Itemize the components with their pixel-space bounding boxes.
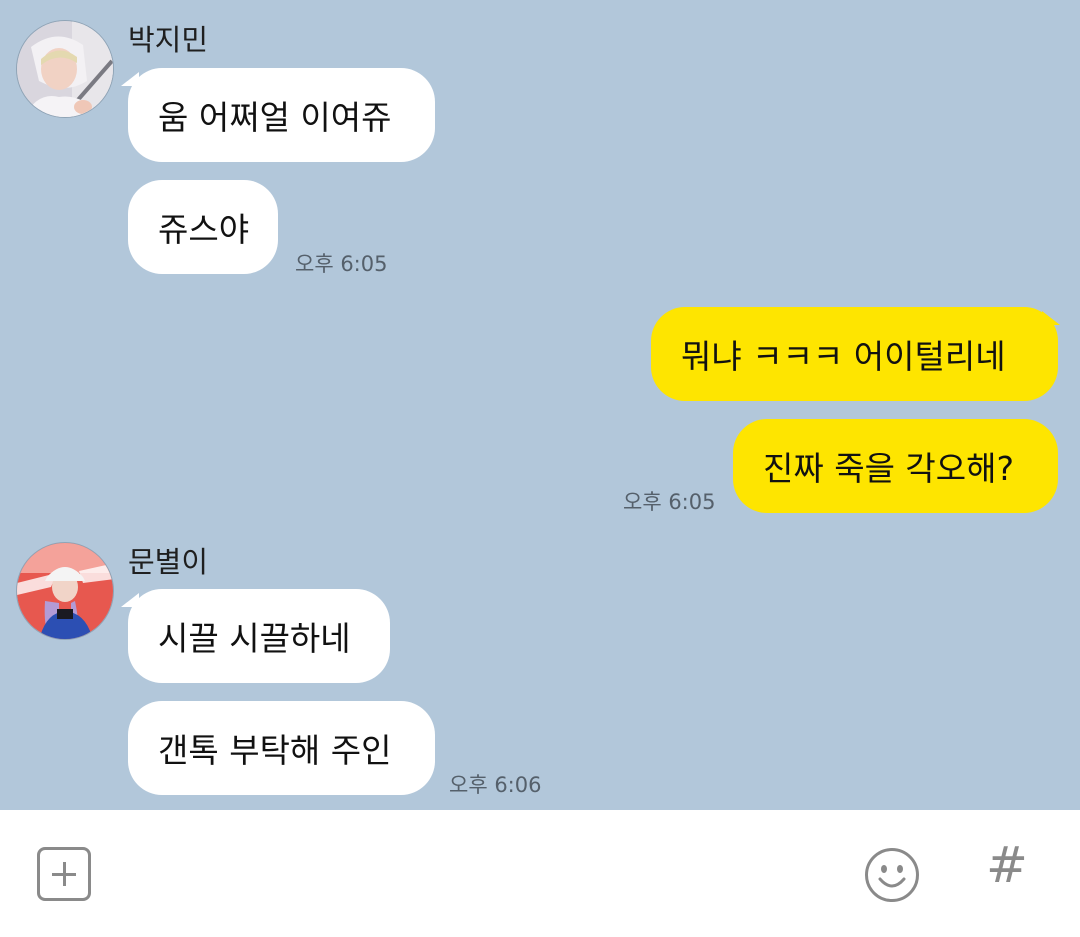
message-timestamp: 오후 6:06 [449, 773, 542, 797]
message-text: 갠톡 부탁해 주인 [158, 731, 392, 770]
message-timestamp: 오후 6:05 [295, 252, 388, 276]
hashtag-button[interactable]: # [986, 840, 1028, 890]
sender-name: 박지민 [128, 23, 209, 57]
chat-screen: 박지민 움 어쩌얼 이여쥬 쥬스야 오후 6:05 뭐냐 ㅋㅋㅋ 어이털리네 오… [0, 0, 1080, 937]
message-list[interactable]: 박지민 움 어쩌얼 이여쥬 쥬스야 오후 6:05 뭐냐 ㅋㅋㅋ 어이털리네 오… [0, 0, 1080, 810]
message-text: 뭐냐 ㅋㅋㅋ 어이털리네 [681, 337, 1006, 376]
message-bubble[interactable]: 움 어쩌얼 이여쥬 [128, 68, 435, 162]
input-bar: # [0, 810, 1080, 937]
message-text: 진짜 죽을 각오해? [763, 449, 1015, 488]
message-bubble-outgoing[interactable]: 진짜 죽을 각오해? [733, 419, 1058, 513]
jimin-photo [17, 21, 113, 117]
message-text: 움 어쩌얼 이여쥬 [158, 98, 392, 137]
message-bubble[interactable]: 갠톡 부탁해 주인 [128, 701, 435, 795]
message-bubble[interactable]: 시끌 시끌하네 [128, 589, 390, 683]
message-text: 시끌 시끌하네 [158, 619, 351, 658]
moonbyul-photo [17, 543, 113, 639]
plus-square-icon[interactable] [37, 847, 91, 901]
sender-name: 문별이 [128, 545, 209, 579]
message-text: 쥬스야 [158, 210, 250, 249]
message-timestamp: 오후 6:05 [623, 490, 716, 514]
message-bubble-outgoing[interactable]: 뭐냐 ㅋㅋㅋ 어이털리네 [651, 307, 1058, 401]
smiley-icon[interactable] [864, 847, 920, 903]
avatar-moonbyul[interactable] [16, 542, 114, 640]
message-bubble[interactable]: 쥬스야 [128, 180, 278, 274]
avatar-jimin[interactable] [16, 20, 114, 118]
